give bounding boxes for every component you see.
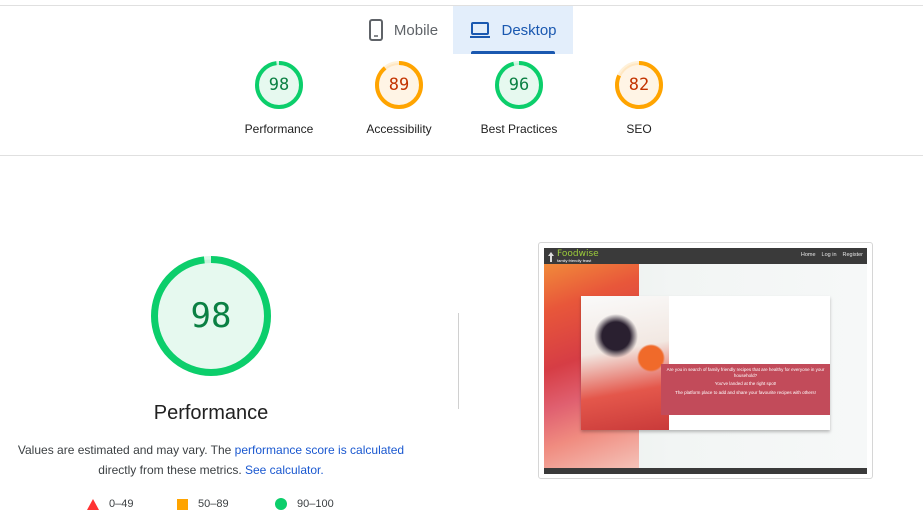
square-icon bbox=[177, 498, 188, 510]
site-footer bbox=[544, 468, 867, 474]
phone-icon bbox=[368, 19, 384, 41]
legend-pass: 90–100 bbox=[275, 498, 334, 510]
gauge-score: 96 bbox=[508, 75, 530, 95]
site-link: Log in bbox=[821, 252, 837, 258]
screenshot-page: Foodwise family friendly feast Home Log … bbox=[544, 248, 867, 474]
site-hero: Are you in search of family friendly rec… bbox=[544, 264, 867, 468]
tab-desktop[interactable]: Desktop bbox=[453, 6, 573, 54]
active-tab-indicator bbox=[471, 51, 555, 54]
gauge-ring: 96 bbox=[494, 60, 544, 110]
laptop-icon bbox=[469, 21, 491, 39]
gauge-label: Best Practices bbox=[480, 122, 558, 136]
site-link: Home bbox=[800, 252, 816, 258]
legend-average: 50–89 bbox=[177, 498, 229, 510]
logo-icon bbox=[546, 250, 556, 262]
performance-score: 98 bbox=[190, 296, 232, 336]
note-text: Values are estimated and may vary. The bbox=[17, 443, 235, 457]
hero-card: Are you in search of family friendly rec… bbox=[581, 296, 830, 430]
final-screenshot[interactable]: Foodwise family friendly feast Home Log … bbox=[538, 242, 873, 479]
site-navbar: Foodwise family friendly feast Home Log … bbox=[544, 248, 867, 264]
gauge-label: Performance bbox=[244, 122, 314, 136]
score-calculated-link[interactable]: performance score is calculated bbox=[235, 443, 404, 457]
section-divider bbox=[0, 155, 923, 156]
fruit-bowl-image bbox=[581, 296, 669, 430]
tab-mobile[interactable]: Mobile bbox=[353, 6, 453, 54]
hero-text-band: Are you in search of family friendly rec… bbox=[661, 364, 830, 415]
legend-range: 0–49 bbox=[109, 498, 134, 510]
triangle-icon bbox=[87, 498, 99, 510]
site-links: Home Log in Register bbox=[801, 252, 863, 258]
site-tagline: family friendly feast bbox=[557, 258, 592, 263]
gauge-label: Accessibility bbox=[366, 122, 432, 136]
legend-range: 90–100 bbox=[297, 498, 334, 510]
gauge-seo[interactable]: 82 SEO bbox=[579, 60, 699, 136]
performance-gauge: 98 bbox=[150, 255, 272, 377]
gauge-score: 89 bbox=[388, 75, 410, 95]
site-link: Register bbox=[842, 252, 863, 258]
legend-range: 50–89 bbox=[198, 498, 229, 510]
gauge-score: 82 bbox=[628, 75, 650, 95]
gauge-ring: 89 bbox=[374, 60, 424, 110]
gauge-accessibility[interactable]: 89 Accessibility bbox=[339, 60, 459, 136]
gauge-label: SEO bbox=[626, 122, 652, 136]
gauge-performance[interactable]: 98 Performance bbox=[219, 60, 339, 136]
gauge-ring: 82 bbox=[614, 60, 664, 110]
vertical-divider bbox=[458, 313, 459, 409]
hero-text: Are you in search of family friendly rec… bbox=[666, 367, 825, 378]
note-text-2: directly from these metrics. bbox=[98, 463, 245, 477]
tab-mobile-label: Mobile bbox=[393, 21, 439, 39]
hero-text: You've landed at the right spot! bbox=[714, 381, 777, 386]
performance-title: Performance bbox=[153, 402, 269, 424]
gauge-best-practices[interactable]: 96 Best Practices bbox=[459, 60, 579, 136]
performance-note: Values are estimated and may vary. The p… bbox=[10, 440, 412, 480]
gauge-score: 98 bbox=[268, 75, 290, 95]
hero-text: The platform place to add and share your… bbox=[675, 389, 816, 395]
tab-desktop-label: Desktop bbox=[501, 21, 557, 39]
gauge-ring: 98 bbox=[254, 60, 304, 110]
circle-icon bbox=[275, 498, 287, 510]
legend-fail: 0–49 bbox=[87, 498, 133, 510]
see-calculator-link[interactable]: See calculator. bbox=[245, 463, 324, 477]
